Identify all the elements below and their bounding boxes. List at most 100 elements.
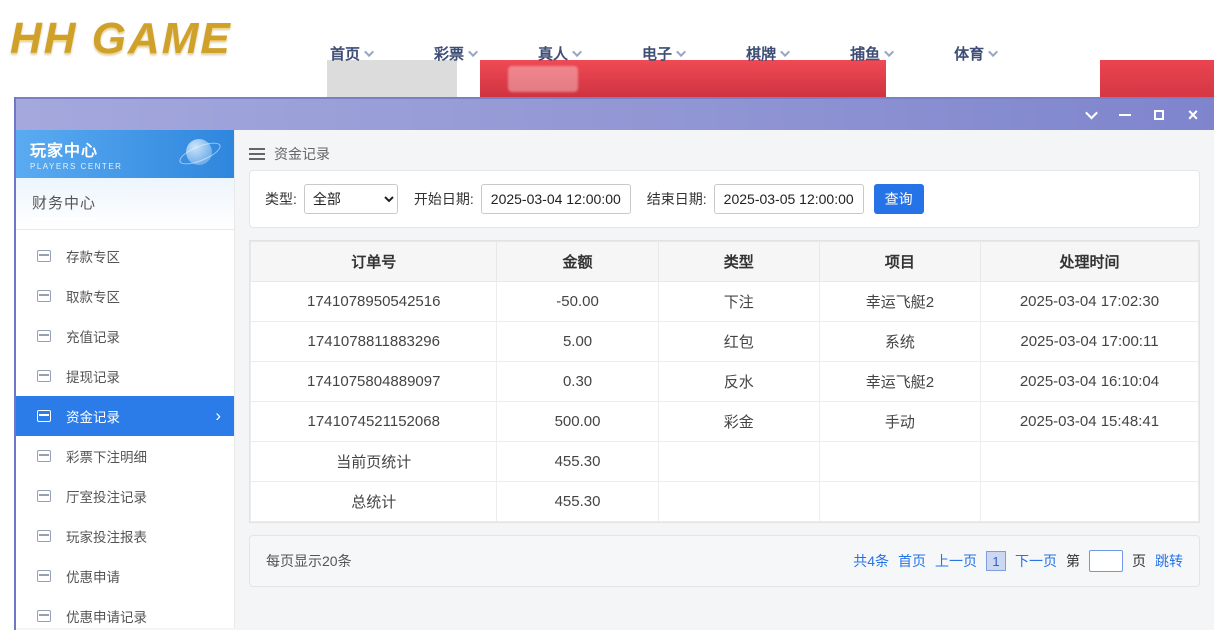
collapse-icon[interactable] — [1084, 108, 1098, 122]
promo-apply-record-icon — [37, 610, 51, 622]
withdraw-icon — [37, 290, 51, 302]
sidebar-menu: 存款专区取款专区充值记录提现记录资金记录›彩票下注明细厅室投注记录玩家投注报表优… — [16, 236, 234, 628]
table-cell: 2025-03-04 17:02:30 — [980, 282, 1198, 322]
sidebar-item-label: 彩票下注明细 — [66, 446, 147, 466]
recharge-record-icon — [37, 330, 51, 342]
window-controls: × — [1084, 99, 1200, 130]
hall-bet-record-icon — [37, 490, 51, 502]
nav-item-0[interactable]: 首页 — [317, 43, 387, 64]
sidebar-item-label: 优惠申请 — [66, 566, 120, 586]
table-cell — [980, 442, 1198, 482]
pagination: 共4条 首页 上一页 1 下一页 第 页 跳转 — [853, 550, 1183, 572]
banner-fragment — [1100, 60, 1214, 97]
jump-prefix: 第 — [1066, 551, 1080, 571]
total-count: 共4条 — [853, 551, 889, 571]
nav-item-6[interactable]: 体育 — [941, 43, 1011, 64]
nav-item-5[interactable]: 捕鱼 — [837, 43, 907, 64]
sidebar-item-funds-records[interactable]: 资金记录 › — [16, 396, 234, 436]
table-row: 总统计455.30 — [251, 482, 1199, 522]
next-page-link[interactable]: 下一页 — [1015, 551, 1057, 571]
sidebar-item-player-bet-report[interactable]: 玩家投注报表 — [16, 516, 234, 556]
page-size-text: 每页显示20条 — [266, 551, 352, 571]
sidebar-section: 财务中心 — [16, 178, 234, 230]
sidebar-item-label: 资金记录 — [66, 406, 120, 426]
records-table-container: 订单号金额类型项目处理时间1741078950542516-50.00下注幸运飞… — [249, 240, 1200, 523]
chevron-right-icon: › — [215, 406, 221, 426]
sidebar-item-recharge-records[interactable]: 充值记录 — [16, 316, 234, 356]
table-header-cell: 订单号 — [251, 242, 497, 282]
promo-apply-icon — [37, 570, 51, 582]
sidebar-item-label: 存款专区 — [66, 246, 120, 266]
top-header: HH GAME 首页 彩票 真人 电子 棋牌 捕鱼 体育 — [0, 0, 1214, 97]
sidebar-header: 玩家中心 PLAYERS CENTER — [16, 130, 234, 178]
filter-bar: 类型: 全部 开始日期: 结束日期: 查询 — [249, 170, 1200, 228]
start-date-label: 开始日期: — [414, 189, 474, 209]
table-cell: 0.30 — [497, 362, 658, 402]
table-row: 17410788118832965.00红包系统2025-03-04 17:00… — [251, 322, 1199, 362]
table-cell: 系统 — [819, 322, 980, 362]
nav-item-label: 真人 — [538, 43, 568, 64]
nav-item-label: 棋牌 — [746, 43, 776, 64]
chevron-down-icon — [572, 47, 582, 57]
sidebar-item-promo-apply-records[interactable]: 优惠申请记录 — [16, 596, 234, 628]
nav-item-4[interactable]: 棋牌 — [733, 43, 803, 64]
withdrawal-record-icon — [37, 370, 51, 382]
table-cell: 500.00 — [497, 402, 658, 442]
close-icon[interactable]: × — [1186, 108, 1200, 122]
sidebar-item-hall-bet-records[interactable]: 厅室投注记录 — [16, 476, 234, 516]
sidebar-item-lottery-bet-details[interactable]: 彩票下注明细 — [16, 436, 234, 476]
chevron-down-icon — [676, 47, 686, 57]
sidebar-item-label: 玩家投注报表 — [66, 526, 147, 546]
chevron-down-icon — [988, 47, 998, 57]
table-header-cell: 项目 — [819, 242, 980, 282]
chevron-down-icon — [780, 47, 790, 57]
sidebar-item-withdraw-zone[interactable]: 取款专区 — [16, 276, 234, 316]
table-header-row: 订单号金额类型项目处理时间 — [251, 242, 1199, 282]
table-cell — [658, 482, 819, 522]
player-center-window: × 玩家中心 PLAYERS CENTER 财务中心 存款专区取款专区充值记录提… — [14, 97, 1214, 630]
minimize-icon[interactable] — [1118, 108, 1132, 122]
table-row: 17410758048890970.30反水幸运飞艇22025-03-04 16… — [251, 362, 1199, 402]
prev-page-link[interactable]: 上一页 — [935, 551, 977, 571]
chevron-down-icon — [884, 47, 894, 57]
logo[interactable]: HH GAME — [10, 14, 232, 64]
nav-item-1[interactable]: 彩票 — [421, 43, 491, 64]
start-date-input[interactable] — [481, 184, 631, 214]
type-select[interactable]: 全部 — [304, 184, 398, 214]
table-cell: 反水 — [658, 362, 819, 402]
chevron-down-icon — [364, 47, 374, 57]
nav-item-2[interactable]: 真人 — [525, 43, 595, 64]
sidebar-item-withdraw-records[interactable]: 提现记录 — [16, 356, 234, 396]
table-cell: 幸运飞艇2 — [819, 362, 980, 402]
table-row: 1741078950542516-50.00下注幸运飞艇22025-03-04 … — [251, 282, 1199, 322]
maximize-icon[interactable] — [1152, 108, 1166, 122]
breadcrumb: 资金记录 — [249, 138, 1200, 170]
nav-item-3[interactable]: 电子 — [629, 43, 699, 64]
sidebar-item-promo-apply[interactable]: 优惠申请 — [16, 556, 234, 596]
query-button[interactable]: 查询 — [874, 184, 924, 214]
planet-icon — [186, 139, 212, 165]
table-cell: 2025-03-04 16:10:04 — [980, 362, 1198, 402]
jump-page-input[interactable] — [1089, 550, 1123, 572]
table-row: 当前页统计455.30 — [251, 442, 1199, 482]
jump-button[interactable]: 跳转 — [1155, 551, 1183, 571]
table-cell: 2025-03-04 15:48:41 — [980, 402, 1198, 442]
main-content: 资金记录 类型: 全部 开始日期: 结束日期: 查询 订单号金额类型项目处理时间… — [235, 130, 1214, 628]
type-label: 类型: — [265, 189, 297, 209]
table-cell: 1741078811883296 — [251, 322, 497, 362]
table-cell: 幸运飞艇2 — [819, 282, 980, 322]
chevron-down-icon — [468, 47, 478, 57]
table-cell: 455.30 — [497, 482, 658, 522]
table-cell: 下注 — [658, 282, 819, 322]
sidebar-item-label: 取款专区 — [66, 286, 120, 306]
table-cell: 彩金 — [658, 402, 819, 442]
sidebar-item-deposit-zone[interactable]: 存款专区 — [16, 236, 234, 276]
funds-record-icon — [37, 410, 51, 422]
nav-item-label: 捕鱼 — [850, 43, 880, 64]
current-page[interactable]: 1 — [986, 551, 1006, 571]
nav-item-label: 电子 — [642, 43, 672, 64]
deposit-icon — [37, 250, 51, 262]
menu-toggle-icon[interactable] — [249, 148, 265, 160]
end-date-input[interactable] — [714, 184, 864, 214]
first-page-link[interactable]: 首页 — [898, 551, 926, 571]
